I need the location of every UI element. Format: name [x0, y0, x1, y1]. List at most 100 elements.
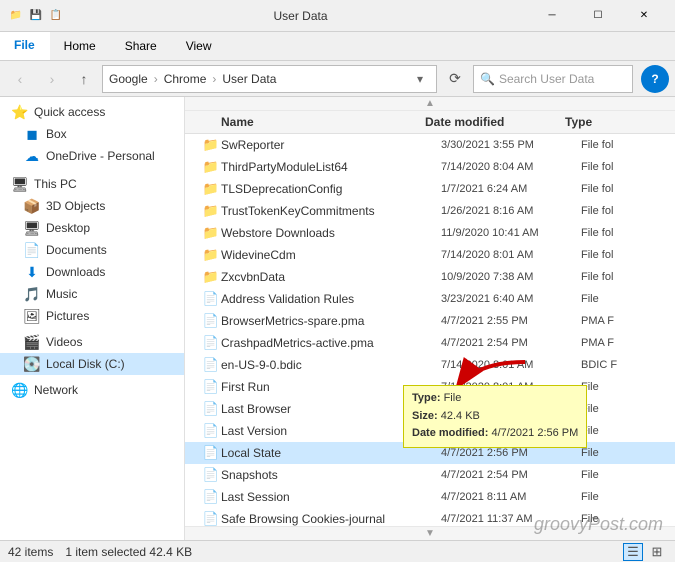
3d-objects-icon: 📦 [24, 198, 40, 214]
file-type: File fol [581, 183, 675, 195]
file-name: Last Version [221, 424, 441, 438]
file-name: ThirdPartyModuleList64 [221, 160, 441, 174]
scroll-down-indicator[interactable]: ▼ [185, 526, 675, 540]
breadcrumb-google[interactable]: Google [109, 72, 148, 86]
file-type: File [581, 293, 675, 305]
sidebar-label-quick-access: Quick access [34, 105, 105, 119]
table-row[interactable]: 📄Last Browser4/7/2021 2:54 PMFile [185, 398, 675, 420]
forward-button[interactable]: › [38, 65, 66, 93]
view-tiles-button[interactable]: ⊞ [647, 543, 667, 561]
help-button[interactable]: ? [641, 65, 669, 93]
ribbon-tabs: File Home Share View [0, 32, 675, 60]
table-row[interactable]: 📁TLSDeprecationConfig1/7/2021 6:24 AMFil… [185, 178, 675, 200]
file-list-scroll[interactable]: 📁SwReporter3/30/2021 3:55 PMFile fol📁Thi… [185, 134, 675, 540]
file-name: Safe Browsing Cookies-journal [221, 512, 441, 526]
sidebar-item-music[interactable]: 🎵 Music [0, 283, 184, 305]
file-name: First Run [221, 380, 441, 394]
file-type: File [581, 513, 675, 525]
file-icon: 📄 [201, 379, 221, 395]
scroll-up-indicator[interactable]: ▲ [185, 97, 675, 111]
quick-access-icon: ⭐ [12, 104, 28, 120]
table-row[interactable]: 📁TrustTokenKeyCommitments1/26/2021 8:16 … [185, 200, 675, 222]
breadcrumb-chrome[interactable]: Chrome [164, 72, 207, 86]
sidebar-item-quick-access[interactable]: ⭐ Quick access [0, 101, 184, 123]
close-button[interactable]: ✕ [621, 0, 667, 32]
refresh-button[interactable]: ⟳ [441, 65, 469, 93]
sidebar-label-network: Network [34, 383, 78, 397]
downloads-icon: ⬇ [24, 264, 40, 280]
file-icon: 📁 [201, 181, 221, 197]
table-row[interactable]: 📄en-US-9-0.bdic7/14/2020 8:01 AMBDIC F [185, 354, 675, 376]
file-name: Local State [221, 446, 441, 460]
sidebar-item-downloads[interactable]: ⬇ Downloads [0, 261, 184, 283]
sidebar-label-pictures: Pictures [46, 309, 89, 323]
sidebar-item-desktop[interactable]: 🖥 Desktop [0, 217, 184, 239]
file-name: Last Session [221, 490, 441, 504]
back-button[interactable]: ‹ [6, 65, 34, 93]
table-row[interactable]: 📄Snapshots4/7/2021 2:54 PMFile [185, 464, 675, 486]
sidebar-item-documents[interactable]: 📄 Documents [0, 239, 184, 261]
address-bar[interactable]: Google › Chrome › User Data ▾ [102, 65, 437, 93]
breadcrumb-userdata[interactable]: User Data [222, 72, 276, 86]
table-row[interactable]: 📄First Run7/14/2020 8:01 AMFile [185, 376, 675, 398]
file-type: File fol [581, 161, 675, 173]
table-row[interactable]: 📁ThirdPartyModuleList647/14/2020 8:04 AM… [185, 156, 675, 178]
file-icon: 📄 [201, 489, 221, 505]
table-row[interactable]: 📄BrowserMetrics-spare.pma4/7/2021 2:55 P… [185, 310, 675, 332]
table-row[interactable]: 📄Last Session4/7/2021 8:11 AMFile [185, 486, 675, 508]
file-type: File [581, 403, 675, 415]
file-date: 7/14/2020 8:04 AM [441, 161, 581, 173]
col-header-type[interactable]: Type [565, 115, 675, 129]
file-type: File fol [581, 271, 675, 283]
sidebar-label-3d-objects: 3D Objects [46, 199, 105, 213]
table-row[interactable]: 📁ZxcvbnData10/9/2020 7:38 AMFile fol [185, 266, 675, 288]
view-details-button[interactable]: ☰ [623, 543, 643, 561]
col-header-name[interactable]: Name [185, 115, 425, 129]
table-row[interactable]: 📄Address Validation Rules3/23/2021 6:40 … [185, 288, 675, 310]
file-date: 1/26/2021 8:16 AM [441, 205, 581, 217]
tab-home[interactable]: Home [50, 32, 111, 60]
sidebar-label-onedrive: OneDrive - Personal [46, 149, 155, 163]
file-list-header: Name Date modified Type [185, 111, 675, 134]
file-type: File fol [581, 205, 675, 217]
search-box[interactable]: 🔍 Search User Data [473, 65, 633, 93]
file-name: en-US-9-0.bdic [221, 358, 441, 372]
table-row[interactable]: 📄Local State4/7/2021 2:56 PMFile [185, 442, 675, 464]
tab-file[interactable]: File [0, 32, 50, 60]
sidebar-label-desktop: Desktop [46, 221, 90, 235]
file-date: 1/7/2021 6:24 AM [441, 183, 581, 195]
local-disk-icon: 💽 [24, 356, 40, 372]
file-date: 4/7/2021 2:54 PM [441, 425, 581, 437]
sidebar-item-local-disk[interactable]: 💽 Local Disk (C:) [0, 353, 184, 375]
file-name: Last Browser [221, 402, 441, 416]
col-header-date[interactable]: Date modified [425, 115, 565, 129]
sidebar-item-3d-objects[interactable]: 📦 3D Objects [0, 195, 184, 217]
up-button[interactable]: ↑ [70, 65, 98, 93]
table-row[interactable]: 📁Webstore Downloads11/9/2020 10:41 AMFil… [185, 222, 675, 244]
sidebar-item-onedrive[interactable]: ☁ OneDrive - Personal [0, 145, 184, 167]
sidebar-item-videos[interactable]: 🎬 Videos [0, 331, 184, 353]
table-row[interactable]: 📄Last Version4/7/2021 2:54 PMFile [185, 420, 675, 442]
file-date: 4/7/2021 2:55 PM [441, 315, 581, 327]
file-icon: 📄 [201, 291, 221, 307]
minimize-button[interactable]: ─ [529, 0, 575, 32]
sidebar-item-box[interactable]: ◼ Box [0, 123, 184, 145]
sidebar-item-pictures[interactable]: 🖼 Pictures [0, 305, 184, 327]
sidebar-label-box: Box [46, 127, 67, 141]
tab-share[interactable]: Share [111, 32, 172, 60]
sidebar-item-network[interactable]: 🌐 Network [0, 379, 184, 401]
save-icon[interactable]: 💾 [28, 8, 44, 24]
copy-icon[interactable]: 📋 [48, 8, 64, 24]
ribbon: File Home Share View [0, 32, 675, 61]
address-dropdown[interactable]: ▾ [410, 67, 430, 91]
sidebar-label-this-pc: This PC [34, 177, 77, 191]
maximize-button[interactable]: ☐ [575, 0, 621, 32]
file-area: ▲ Name Date modified Type 📁SwReporter3/3… [185, 97, 675, 540]
file-name: TrustTokenKeyCommitments [221, 204, 441, 218]
file-icon: 📁 [201, 247, 221, 263]
tab-view[interactable]: View [172, 32, 227, 60]
table-row[interactable]: 📁SwReporter3/30/2021 3:55 PMFile fol [185, 134, 675, 156]
table-row[interactable]: 📁WidevineCdm7/14/2020 8:01 AMFile fol [185, 244, 675, 266]
table-row[interactable]: 📄CrashpadMetrics-active.pma4/7/2021 2:54… [185, 332, 675, 354]
sidebar-item-this-pc[interactable]: 🖥 This PC [0, 173, 184, 195]
